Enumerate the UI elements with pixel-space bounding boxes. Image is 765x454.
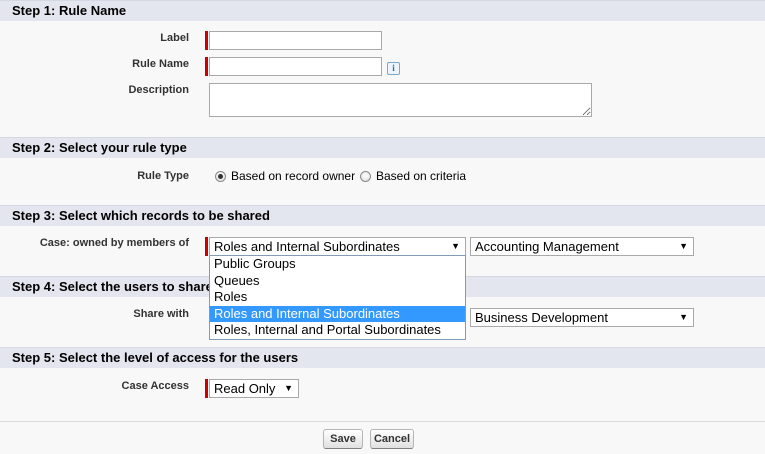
dropdown-arrow-icon: ▼ <box>451 241 460 251</box>
dropdown-arrow-icon: ▼ <box>284 383 293 393</box>
info-icon[interactable]: i <box>387 62 400 75</box>
save-button[interactable]: Save <box>323 429 363 449</box>
section-header-step3: Step 3: Select which records to be share… <box>0 205 765 226</box>
required-indicator <box>205 379 208 398</box>
share-with-select[interactable]: Business Development ▼ <box>470 308 694 327</box>
radio-based-on-owner[interactable] <box>215 171 226 182</box>
rule-name-input[interactable] <box>209 57 382 76</box>
radio-based-on-criteria[interactable] <box>360 171 371 182</box>
footer-divider <box>0 421 765 422</box>
required-indicator <box>205 57 208 76</box>
dropdown-option[interactable]: Public Groups <box>210 256 465 273</box>
label-field-label: Label <box>160 32 189 44</box>
dropdown-option[interactable]: Queues <box>210 273 465 290</box>
case-access-select[interactable]: Read Only ▼ <box>209 379 299 398</box>
owner-select[interactable]: Accounting Management ▼ <box>470 237 694 256</box>
section-header-step2: Step 2: Select your rule type <box>0 137 765 158</box>
dropdown-option[interactable]: Roles, Internal and Portal Subordinates <box>210 322 465 339</box>
share-with-label: Share with <box>133 308 189 320</box>
owner-type-select[interactable]: Roles and Internal Subordinates ▼ <box>209 237 466 256</box>
dropdown-option-selected[interactable]: Roles and Internal Subordinates <box>210 305 465 322</box>
dropdown-arrow-icon: ▼ <box>679 241 688 251</box>
cancel-button[interactable]: Cancel <box>370 429 414 449</box>
required-indicator <box>205 31 208 50</box>
dropdown-option[interactable]: Roles <box>210 289 465 306</box>
section-header-step1: Step 1: Rule Name <box>0 0 765 21</box>
case-access-label: Case Access <box>121 380 189 392</box>
description-textarea[interactable] <box>209 83 592 117</box>
rule-name-label: Rule Name <box>132 58 189 70</box>
description-label: Description <box>128 84 189 96</box>
radio-label-criteria: Based on criteria <box>376 169 467 183</box>
owned-by-label: Case: owned by members of <box>39 237 189 249</box>
required-indicator <box>205 237 208 256</box>
owner-type-dropdown-list: Public Groups Queues Roles Roles and Int… <box>209 255 466 340</box>
radio-label-owner: Based on record owner <box>231 169 356 183</box>
dropdown-arrow-icon: ▼ <box>679 312 688 322</box>
rule-type-label: Rule Type <box>137 170 189 182</box>
label-input[interactable] <box>209 31 382 50</box>
section-header-step5: Step 5: Select the level of access for t… <box>0 347 765 368</box>
